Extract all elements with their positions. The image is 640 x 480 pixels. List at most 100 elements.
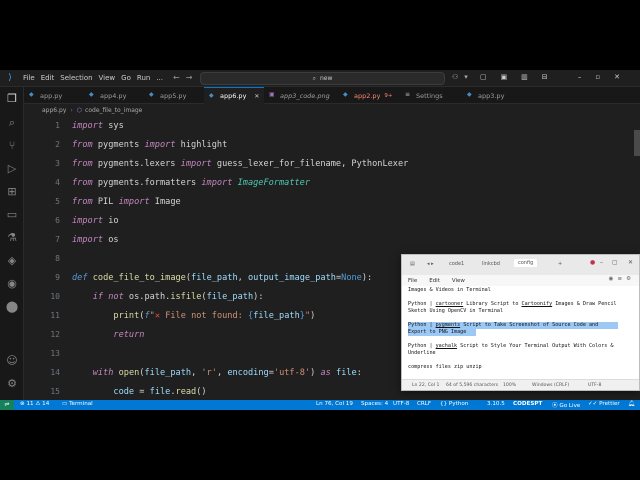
line-number: 5 (55, 197, 60, 206)
encoding-status[interactable]: UTF-8 (393, 401, 409, 407)
menu-more[interactable]: ... (156, 74, 163, 82)
command-center-search[interactable]: ⌕ new (200, 72, 445, 85)
python-version-status[interactable]: 3.10.5 (487, 401, 505, 407)
status-bar: ⇌ ⊗ 11 ⚠ 14 ▭ Terminal Ln 76, Col 19 Spa… (0, 400, 640, 410)
code-text: import sys (72, 120, 124, 131)
copilot-icon[interactable]: ⚇▾ (452, 73, 474, 81)
notepad-menu-edit[interactable]: Edit (429, 278, 440, 284)
tab-app2[interactable]: ◆ app2.py 9+ (338, 87, 408, 104)
account-icon[interactable]: ☺ (4, 353, 20, 369)
go-live-label: Go Live (559, 403, 581, 409)
search-icon[interactable]: ⌕ (4, 115, 20, 131)
eol-status[interactable]: CRLF (417, 401, 431, 407)
language-status[interactable]: {} Python (440, 401, 468, 407)
notepad-line: Images & Videos in Terminal (408, 287, 491, 293)
live-share-icon[interactable]: ⬤ (4, 299, 20, 315)
maximize-icon[interactable]: ▢ (612, 259, 618, 266)
search-text: new (319, 75, 333, 82)
tab-app6[interactable]: ◆ app6.py ✕ (204, 87, 264, 104)
editor-scrollbar-thumb[interactable] (634, 130, 640, 156)
explorer-icon[interactable]: ❐ (4, 91, 20, 107)
line-number: 1 (55, 121, 60, 130)
breadcrumb: app6.py › ⬡ code_file_to_image (24, 104, 640, 116)
close-icon[interactable]: ✕ (628, 259, 633, 266)
nav-arrows-icon[interactable]: ←→ (173, 73, 198, 82)
vscode-logo-icon: ⟩ (8, 73, 12, 83)
gear-icon[interactable]: ⚙ (4, 376, 20, 392)
notepad-position: Ln 22, Col 1 (412, 383, 440, 388)
tab-app4[interactable]: ◆ app4.py (84, 87, 152, 104)
go-live-button[interactable]: ⦿ Go Live (552, 401, 580, 409)
window-controls[interactable]: ▢▣▥⊟ –▫✕ (480, 73, 634, 81)
line-number: 8 (55, 254, 60, 263)
tab-app3-code-png[interactable]: ▣ app3_code.png (264, 87, 342, 104)
codesnap-brand[interactable]: CODESPT (513, 401, 542, 407)
tab-label: app6.py (220, 92, 247, 100)
notifications-icon[interactable]: 🔔︎ (628, 401, 635, 407)
code-text: import os (72, 234, 119, 245)
tab-label: app2.py (354, 91, 381, 100)
tab-app3[interactable]: ◆ app3.py (462, 87, 532, 104)
line-number: 10 (50, 292, 60, 301)
menu-file[interactable]: File (23, 74, 35, 82)
letterbox-top (0, 0, 640, 70)
letterbox-bottom (0, 410, 640, 480)
breadcrumb-symbol[interactable]: code_file_to_image (85, 107, 142, 114)
tab-settings[interactable]: ≡ Settings (400, 87, 470, 104)
notepad-line: Sketch Using OpenCV in Terminal (408, 308, 504, 314)
minimize-icon[interactable]: – (600, 259, 603, 266)
notepad-text-area[interactable]: Images & Videos in Terminal Python | car… (402, 286, 639, 379)
notepad-menu-file[interactable]: File (408, 278, 417, 284)
extensions-icon[interactable]: ⊞ (4, 184, 20, 200)
cursor-position[interactable]: Ln 76, Col 19 (316, 401, 353, 407)
tab-label: Settings (416, 91, 443, 100)
notepad-tab-code1[interactable]: code1 (449, 261, 464, 267)
prettier-status[interactable]: ✓✓ Prettier (588, 401, 620, 407)
menu-run[interactable]: Run (137, 74, 150, 82)
indent-status[interactable]: Spaces: 4 (361, 401, 388, 407)
close-icon[interactable]: ✕ (254, 93, 259, 100)
code-text: from pygments.formatters import ImageFor… (72, 177, 311, 188)
activity-bar: ❐ ⌕ ⑂ ▷ ⊞ ▭ ⚗ ◈ ◉ ⬤ ☺ ⚙ (0, 87, 24, 400)
errors-status[interactable]: ⊗ 11 ⚠ 14 (20, 401, 49, 407)
breadcrumb-file[interactable]: app6.py (42, 107, 66, 114)
notepad-line: Python | cartooner Library Script to Car… (408, 301, 617, 307)
image-file-icon: ▣ (269, 91, 275, 98)
problem-count-badge: 9+ (384, 92, 393, 99)
tab-scroll-icon[interactable]: ◂ ▸ (427, 261, 434, 267)
warning-count: 14 (42, 401, 50, 407)
line-number: 15 (50, 387, 60, 396)
code-text: def code_file_to_image(file_path, output… (72, 272, 373, 283)
code-line: 4 from pygments.formatters import ImageF… (24, 173, 640, 192)
notepad-tab-config[interactable]: config (514, 259, 538, 267)
language-label: Python (448, 401, 469, 407)
remote-explorer-icon[interactable]: ▭ (4, 207, 20, 223)
menu-go[interactable]: Go (121, 74, 131, 82)
record-icon: ● (590, 259, 596, 266)
menu-view[interactable]: View (99, 74, 116, 82)
python-file-icon: ◆ (149, 91, 154, 98)
source-control-icon[interactable]: ⑂ (4, 138, 20, 154)
remote-icon[interactable]: ⇌ (0, 400, 14, 410)
python-file-icon: ◆ (343, 91, 348, 98)
code-text: import io (72, 215, 119, 226)
settings-icon: ≡ (405, 91, 411, 98)
line-number: 2 (55, 140, 60, 149)
run-debug-icon[interactable]: ▷ (4, 161, 20, 177)
testing-icon[interactable]: ⚗ (4, 230, 20, 246)
new-tab-icon[interactable]: + (558, 261, 562, 267)
line-number: 14 (50, 368, 60, 377)
chat-icon[interactable]: ◉ (4, 276, 20, 292)
tab-label: app5.py (160, 91, 187, 100)
python-file-icon: ◆ (89, 91, 94, 98)
menu-selection[interactable]: Selection (60, 74, 92, 82)
docker-icon[interactable]: ◈ (4, 253, 20, 269)
notepad-menu-view[interactable]: View (452, 278, 465, 284)
menu-edit[interactable]: Edit (41, 74, 55, 82)
notepad-tab-linkcbd[interactable]: linkcbd (482, 261, 500, 267)
terminal-status[interactable]: ▭ Terminal (62, 401, 93, 407)
tab-label: app4.py (100, 91, 127, 100)
notepad-toolbar-icons[interactable]: ◉≡⚙ (609, 276, 635, 282)
code-line: 7 import os (24, 230, 640, 249)
notepad-line: Underline (408, 350, 436, 356)
